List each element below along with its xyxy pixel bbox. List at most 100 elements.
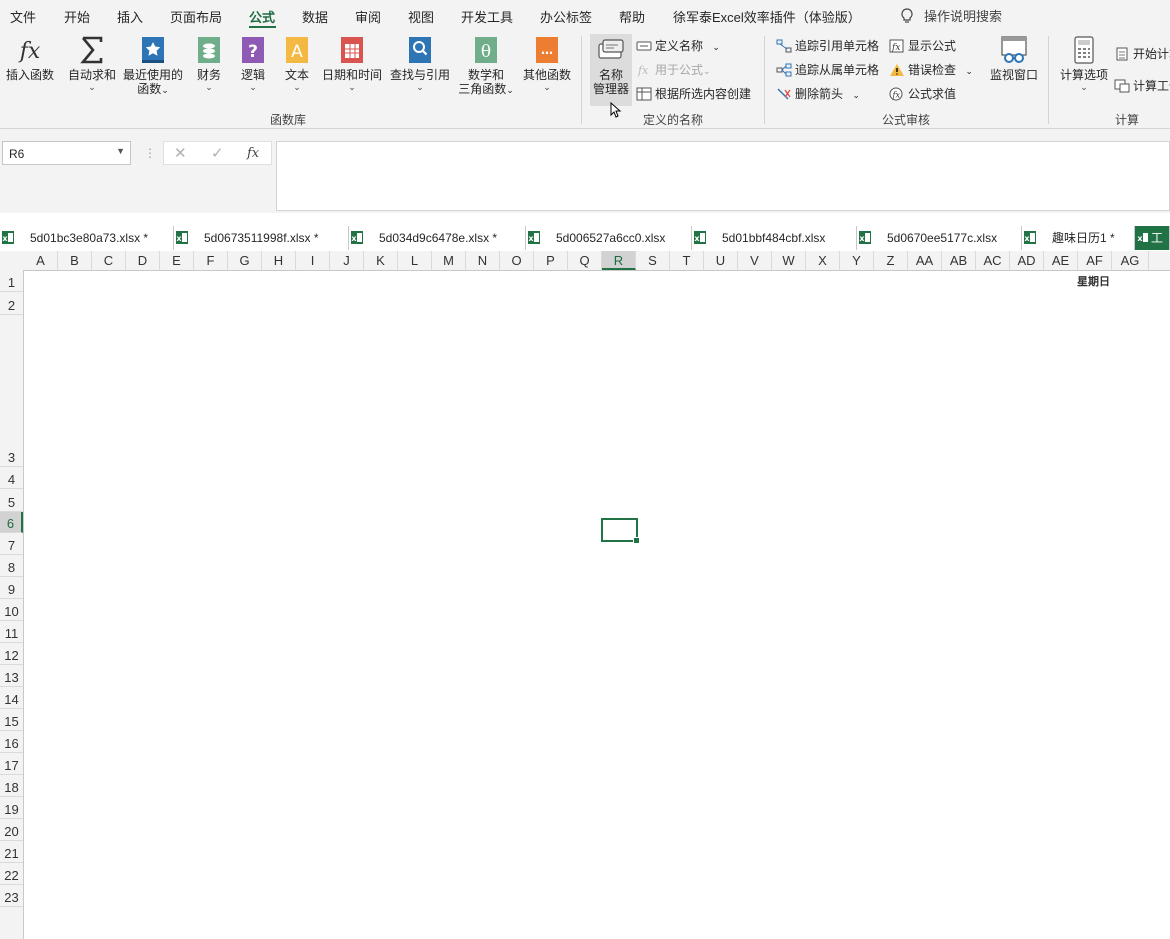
logical-button[interactable]: ? 逻辑 ⌄: [236, 34, 270, 92]
row-header[interactable]: 19: [0, 797, 23, 819]
cell-grid[interactable]: [24, 271, 1170, 939]
lookup-reference-button[interactable]: 查找与引用 ⌄: [388, 34, 452, 92]
column-header[interactable]: H: [262, 251, 296, 270]
row-header[interactable]: 4: [0, 467, 23, 489]
name-box[interactable]: R6 ▼: [2, 141, 131, 165]
text-button[interactable]: A 文本 ⌄: [280, 34, 314, 92]
row-header[interactable]: 6: [0, 512, 23, 533]
row-header[interactable]: 8: [0, 555, 23, 577]
row-header[interactable]: 18: [0, 775, 23, 797]
workbook-tab[interactable]: x工: [1135, 226, 1170, 250]
row-header[interactable]: 13: [0, 665, 23, 687]
row-header[interactable]: 23: [0, 885, 23, 907]
row-header[interactable]: 16: [0, 731, 23, 753]
remove-arrows-button[interactable]: 删除箭头 ⌄: [776, 85, 860, 103]
column-header[interactable]: N: [466, 251, 500, 270]
column-header[interactable]: A: [24, 251, 58, 270]
row-header[interactable]: 20: [0, 819, 23, 841]
row-header[interactable]: 22: [0, 863, 23, 885]
column-header[interactable]: AB: [942, 251, 976, 270]
tell-me-search[interactable]: 操作说明搜索: [900, 6, 1002, 25]
menu-file[interactable]: 文件: [10, 7, 36, 26]
financial-button[interactable]: 财务 ⌄: [192, 34, 226, 92]
menu-efficiency-plugin[interactable]: 徐军泰Excel效率插件（体验版）: [673, 7, 861, 26]
workbook-tab[interactable]: x 5d034d9c6478e.xlsx *: [349, 226, 526, 250]
column-header[interactable]: AD: [1010, 251, 1044, 270]
chevron-down-icon[interactable]: ▼: [116, 146, 125, 156]
column-header[interactable]: U: [704, 251, 738, 270]
menu-data[interactable]: 数据: [302, 7, 328, 26]
column-header[interactable]: AA: [908, 251, 942, 270]
insert-function-button[interactable]: fx 插入函数: [4, 34, 56, 82]
column-header[interactable]: J: [330, 251, 364, 270]
column-header[interactable]: X: [806, 251, 840, 270]
formula-input[interactable]: [276, 141, 1170, 211]
date-time-button[interactable]: 日期和时间 ⌄: [320, 34, 384, 92]
column-header[interactable]: F: [194, 251, 228, 270]
more-functions-button[interactable]: … 其他函数 ⌄: [521, 34, 573, 92]
evaluate-formula-button[interactable]: fx 公式求值: [889, 85, 956, 103]
calculate-sheet-button[interactable]: 计算工作表: [1114, 77, 1170, 95]
column-header[interactable]: I: [296, 251, 330, 270]
column-header[interactable]: Q: [568, 251, 602, 270]
row-header[interactable]: 9: [0, 577, 23, 599]
menu-insert[interactable]: 插入: [117, 7, 143, 26]
menu-home[interactable]: 开始: [64, 7, 90, 26]
use-in-formula-button[interactable]: fx 用于公式⌄: [636, 61, 711, 79]
recently-used-button[interactable]: 最近使用的 函数⌄: [122, 34, 184, 97]
column-header[interactable]: P: [534, 251, 568, 270]
row-header[interactable]: 11: [0, 621, 23, 643]
row-header[interactable]: 1: [0, 270, 23, 292]
calculate-now-button[interactable]: 开始计算: [1114, 45, 1170, 63]
cell-af1[interactable]: 星期日: [1077, 273, 1110, 289]
error-checking-button[interactable]: 错误检查 ⌄: [889, 61, 973, 79]
insert-function-fx-button[interactable]: fx: [247, 146, 259, 161]
workbook-tab[interactable]: x 5d01bbf484cbf.xlsx: [692, 226, 857, 250]
column-header[interactable]: O: [500, 251, 534, 270]
column-header[interactable]: AE: [1044, 251, 1078, 270]
cancel-icon[interactable]: ✕: [174, 144, 187, 162]
column-header[interactable]: G: [228, 251, 262, 270]
define-name-button[interactable]: 定义名称 ⌄: [636, 37, 720, 55]
confirm-icon[interactable]: ✓: [211, 144, 224, 162]
calculation-options-button[interactable]: 计算选项 ⌄: [1056, 34, 1112, 92]
show-formulas-button[interactable]: fx 显示公式: [889, 37, 956, 55]
column-header[interactable]: L: [398, 251, 432, 270]
autosum-button[interactable]: 自动求和 ⌄: [66, 34, 118, 92]
column-header[interactable]: R: [602, 251, 636, 270]
column-header[interactable]: AG: [1112, 251, 1149, 270]
column-header[interactable]: V: [738, 251, 772, 270]
column-header[interactable]: D: [126, 251, 160, 270]
column-header[interactable]: E: [160, 251, 194, 270]
menu-developer[interactable]: 开发工具: [461, 7, 513, 26]
column-header[interactable]: C: [92, 251, 126, 270]
create-from-selection-button[interactable]: 根据所选内容创建: [636, 85, 751, 103]
workbook-tab[interactable]: x 5d006527a6cc0.xlsx: [526, 226, 692, 250]
menu-review[interactable]: 审阅: [355, 7, 381, 26]
column-header[interactable]: T: [670, 251, 704, 270]
row-header[interactable]: 2: [0, 292, 23, 315]
row-header[interactable]: 14: [0, 687, 23, 709]
menu-page-layout[interactable]: 页面布局: [170, 7, 222, 26]
watch-window-button[interactable]: 监视窗口: [986, 34, 1042, 82]
workbook-tab[interactable]: x 5d0670ee5177c.xlsx: [857, 226, 1022, 250]
column-header[interactable]: B: [58, 251, 92, 270]
workbook-tab[interactable]: x 5d01bc3e80a73.xlsx *: [0, 226, 174, 250]
row-header[interactable]: 10: [0, 599, 23, 621]
column-header[interactable]: M: [432, 251, 466, 270]
column-header[interactable]: K: [364, 251, 398, 270]
row-header[interactable]: 5: [0, 489, 23, 512]
column-header[interactable]: AC: [976, 251, 1010, 270]
active-cell-r6[interactable]: [601, 518, 640, 544]
math-trig-button[interactable]: θ 数学和 三角函数⌄: [455, 34, 517, 97]
row-header[interactable]: 21: [0, 841, 23, 863]
row-header[interactable]: 17: [0, 753, 23, 775]
workbook-tab[interactable]: x 5d0673511998f.xlsx *: [174, 226, 349, 250]
row-header[interactable]: 3: [0, 315, 23, 467]
name-manager-button[interactable]: 名称 管理器: [590, 34, 632, 96]
workbook-tab[interactable]: x 趣味日历1 *: [1022, 226, 1135, 250]
row-header[interactable]: 7: [0, 533, 23, 555]
column-header[interactable]: AF: [1078, 251, 1112, 270]
menu-office-tab[interactable]: 办公标签: [540, 7, 592, 26]
column-header[interactable]: W: [772, 251, 806, 270]
